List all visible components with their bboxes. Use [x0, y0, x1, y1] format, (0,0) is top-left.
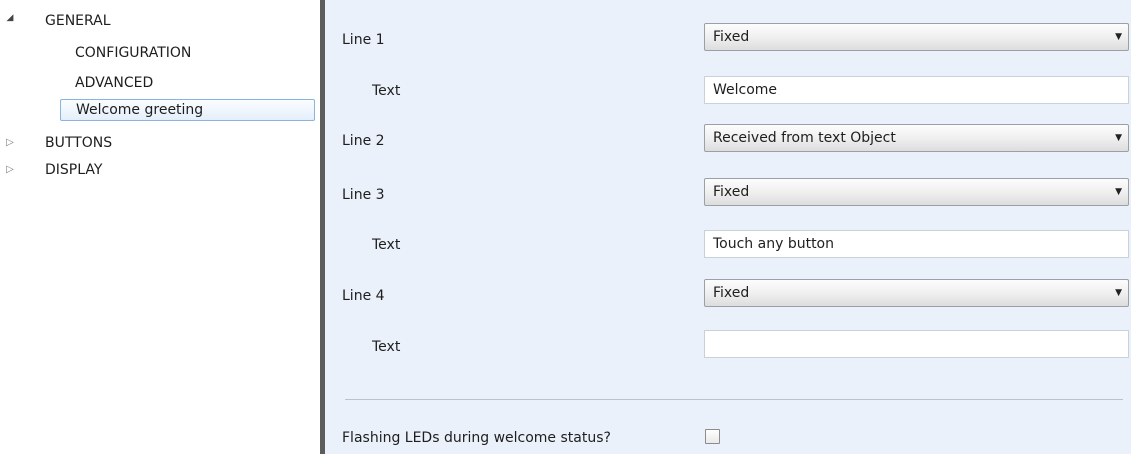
tree-item-label: BUTTONS [45, 135, 113, 151]
tree-item-label: CONFIGURATION [75, 45, 192, 61]
line3-label: Line 3 [342, 187, 385, 203]
line4-select-value: Fixed [713, 285, 750, 301]
line3-text-label: Text [372, 237, 401, 253]
line2-select[interactable]: Received from text Object ▼ [704, 124, 1129, 152]
line1-text-field[interactable]: Welcome [704, 76, 1129, 104]
line4-label: Line 4 [342, 288, 385, 304]
line1-select[interactable]: Fixed ▼ [704, 23, 1129, 51]
tree-item-label: DISPLAY [45, 162, 103, 178]
line4-text-field[interactable] [704, 330, 1129, 358]
triangle-collapsed-icon[interactable]: ▷ [4, 164, 16, 176]
line1-label: Line 1 [342, 32, 385, 48]
parameter-panel: Line 1 Fixed ▼ Text Welcome Line 2 Recei… [325, 0, 1131, 454]
line2-select-value: Received from text Object [713, 130, 896, 146]
line3-text-field[interactable]: Touch any button [704, 230, 1129, 258]
tree-item-label: ADVANCED [75, 75, 154, 91]
tree-item-label: Welcome greeting [60, 99, 315, 121]
line4-text-label: Text [372, 339, 401, 355]
line2-label: Line 2 [342, 133, 385, 149]
chevron-down-icon: ▼ [1115, 187, 1122, 197]
parameter-tree: ◢ GENERAL CONFIGURATION ADVANCED Welcome… [0, 0, 320, 454]
line4-select[interactable]: Fixed ▼ [704, 279, 1129, 307]
triangle-collapsed-icon[interactable]: ▷ [4, 137, 16, 149]
chevron-down-icon: ▼ [1115, 32, 1122, 42]
tree-item-label: GENERAL [45, 13, 111, 29]
line1-select-value: Fixed [713, 29, 750, 45]
triangle-expanded-icon[interactable]: ◢ [4, 12, 16, 24]
line1-text-label: Text [372, 83, 401, 99]
line3-select[interactable]: Fixed ▼ [704, 178, 1129, 206]
line3-select-value: Fixed [713, 184, 750, 200]
section-divider [345, 399, 1123, 400]
chevron-down-icon: ▼ [1115, 288, 1122, 298]
flashing-leds-label: Flashing LEDs during welcome status? [342, 430, 611, 446]
chevron-down-icon: ▼ [1115, 133, 1122, 143]
flashing-leds-checkbox[interactable] [705, 429, 720, 444]
